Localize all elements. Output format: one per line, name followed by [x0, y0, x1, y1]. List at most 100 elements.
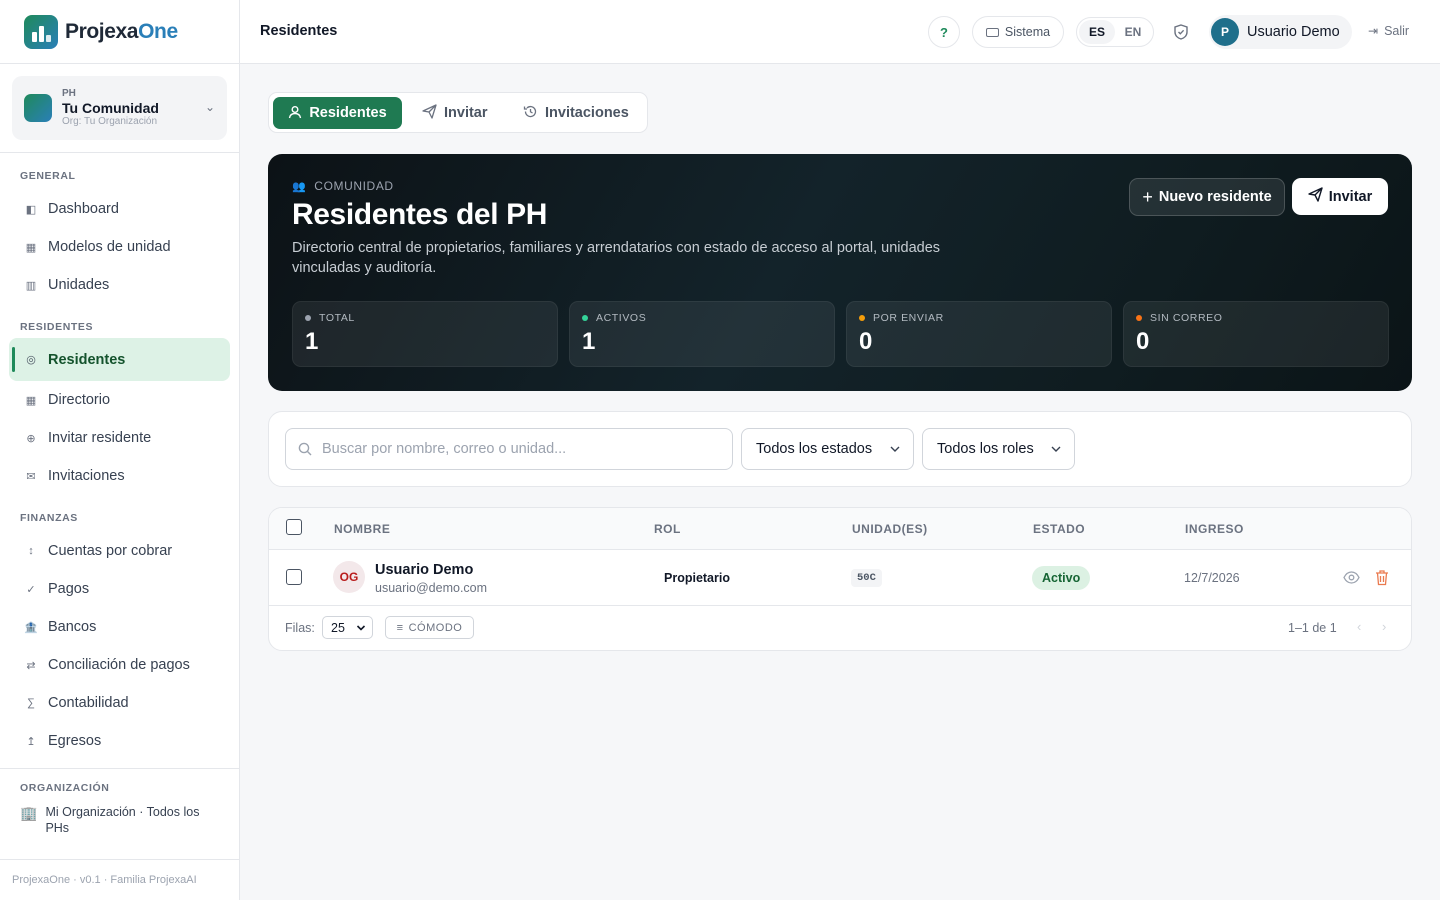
next-page-icon[interactable]: ›: [1382, 619, 1386, 634]
sidebar-item-egresos[interactable]: ↥ Egresos: [0, 722, 239, 760]
mail-icon: ✉: [26, 470, 36, 483]
residents-table: NOMBRE ROL UNIDAD(ES) ESTADO INGRESO OG …: [268, 507, 1412, 651]
check-icon: ✓: [26, 583, 36, 596]
stat-value: 0: [1136, 328, 1150, 355]
monitor-icon: [985, 27, 999, 37]
sidebar-item-bancos[interactable]: 🏦 Bancos: [0, 608, 239, 646]
trash-icon[interactable]: [1374, 569, 1390, 586]
tab-bar: Residentes Invitar Invitaciones: [268, 92, 648, 133]
column-header[interactable]: ROL: [654, 522, 681, 536]
role-select[interactable]: Todos los roles: [922, 428, 1075, 470]
divider: [0, 768, 239, 769]
resident-name[interactable]: Usuario Demo: [375, 562, 473, 578]
avatar: P: [1211, 18, 1239, 46]
logout-button[interactable]: ⇥ Salir: [1368, 24, 1409, 38]
section-label-residentes: RESIDENTES: [20, 321, 94, 333]
tab-residentes[interactable]: Residentes: [273, 97, 402, 129]
theme-button[interactable]: Sistema: [972, 16, 1064, 48]
send-icon: [1308, 187, 1323, 206]
search-field[interactable]: [285, 428, 733, 470]
sidebar-item-invitar-residente[interactable]: ⊕ Invitar residente: [0, 419, 239, 457]
stat-dot: [305, 315, 311, 321]
sidebar-item-conciliacion[interactable]: ⇄ Conciliación de pagos: [0, 646, 239, 684]
plus-icon: +: [1142, 186, 1153, 207]
brand-name: ProjexaOne: [65, 19, 178, 43]
stat-dot: [582, 315, 588, 321]
density-toggle[interactable]: ≡ CÓMODO: [385, 616, 474, 639]
bank-icon: 🏦: [24, 621, 38, 634]
chevron-down-icon: [889, 441, 901, 460]
community-kicker: PH: [62, 87, 76, 99]
eye-icon[interactable]: [1343, 569, 1360, 586]
table-header: NOMBRE ROL UNIDAD(ES) ESTADO INGRESO: [269, 508, 1411, 550]
status-select[interactable]: Todos los estados: [741, 428, 914, 470]
stat-dot: [859, 315, 865, 321]
pagination-range: 1–1 de 1: [1288, 621, 1337, 635]
prev-page-icon[interactable]: ‹: [1357, 619, 1361, 634]
lang-es-button[interactable]: ES: [1079, 20, 1115, 44]
hero-description: Directorio central de propietarios, fami…: [292, 240, 941, 276]
chevron-down-icon: [356, 621, 366, 638]
sidebar-item-invitaciones[interactable]: ✉ Invitaciones: [0, 457, 239, 495]
stat-sin-correo: SIN CORREO 0: [1123, 301, 1389, 367]
sidebar-item-cuentas[interactable]: ↕ Cuentas por cobrar: [0, 532, 239, 570]
table-footer: Filas: 25 ≡ CÓMODO 1–1 de 1 ‹ ›: [269, 607, 1411, 650]
chevron-down-icon: [1050, 441, 1062, 460]
status-badge: Activo: [1032, 566, 1091, 590]
community-org: Org: Tu Organización: [62, 116, 158, 128]
shield-icon[interactable]: [1174, 24, 1188, 40]
column-header[interactable]: INGRESO: [1185, 522, 1244, 536]
send-icon: [422, 104, 437, 122]
resident-role: Propietario: [664, 571, 730, 585]
sidebar-item-unidades[interactable]: ▥ Unidades: [0, 266, 239, 304]
arrows-icon: ↕: [28, 545, 34, 557]
tab-invitaciones[interactable]: Invitaciones: [523, 97, 629, 129]
table-row[interactable]: OG Usuario Demo usuario@demo.com Propiet…: [269, 550, 1411, 606]
column-header[interactable]: NOMBRE: [334, 522, 390, 536]
column-header[interactable]: UNIDAD(ES): [852, 522, 928, 536]
sidebar-item-residentes[interactable]: ◎ Residentes: [9, 338, 230, 381]
select-all-checkbox[interactable]: [286, 519, 302, 535]
stat-value: 1: [305, 328, 319, 355]
sidebar-item-contabilidad[interactable]: ∑ Contabilidad: [0, 684, 239, 722]
avatar: OG: [333, 561, 365, 593]
search-icon: [298, 442, 312, 456]
lang-en-button[interactable]: EN: [1115, 20, 1151, 44]
list-icon: ≡: [396, 621, 404, 634]
new-resident-button[interactable]: + Nuevo residente: [1129, 178, 1285, 216]
section-label-finanzas: FINANZAS: [20, 512, 78, 524]
hero-kicker: 👥 COMUNIDAD: [292, 179, 394, 193]
stat-activos: ACTIVOS 1: [569, 301, 835, 367]
section-label-general: GENERAL: [20, 170, 76, 182]
directory-icon: ▦: [25, 394, 37, 407]
sidebar-footer: ProjexaOne · v0.1 · Familia ProjexaAI: [0, 859, 239, 900]
units-icon: ▥: [25, 279, 37, 292]
sidebar-item-dashboard[interactable]: ◧ Dashboard: [0, 190, 239, 228]
residents-icon: ◎: [26, 354, 36, 366]
plus-circle-icon: ⊕: [26, 432, 36, 445]
rows-per-page-select[interactable]: 25: [322, 616, 373, 639]
row-checkbox[interactable]: [286, 569, 302, 585]
dashboard-icon: ◧: [25, 203, 37, 216]
help-button[interactable]: ?: [928, 16, 960, 48]
column-header[interactable]: ESTADO: [1033, 522, 1085, 536]
users-icon: 👥: [292, 180, 307, 193]
sidebar-item-pagos[interactable]: ✓ Pagos: [0, 570, 239, 608]
stat-dot: [1136, 315, 1142, 321]
brand[interactable]: ProjexaOne: [0, 0, 239, 64]
join-date: 12/7/2026: [1184, 571, 1240, 585]
stat-total: TOTAL 1: [292, 301, 558, 367]
hero-banner: 👥 COMUNIDAD Residentes del PH Directorio…: [268, 154, 1412, 391]
stat-por-enviar: POR ENVIAR 0: [846, 301, 1112, 367]
sidebar-item-modelos[interactable]: ▦ Modelos de unidad: [0, 228, 239, 266]
user-menu[interactable]: P Usuario Demo: [1209, 15, 1352, 49]
tab-invitar[interactable]: Invitar: [422, 97, 488, 129]
invite-button[interactable]: Invitar: [1292, 178, 1388, 215]
org-scope-item[interactable]: 🏢 Mi Organización · Todos los PHs: [0, 804, 239, 837]
divider: [0, 152, 239, 153]
resident-email: usuario@demo.com: [375, 581, 488, 595]
sidebar-item-directorio[interactable]: ▦ Directorio: [0, 381, 239, 419]
search-input[interactable]: [322, 441, 722, 457]
community-switcher[interactable]: PH Tu Comunidad Org: Tu Organización ⌄: [12, 76, 227, 140]
community-avatar: [24, 94, 52, 122]
